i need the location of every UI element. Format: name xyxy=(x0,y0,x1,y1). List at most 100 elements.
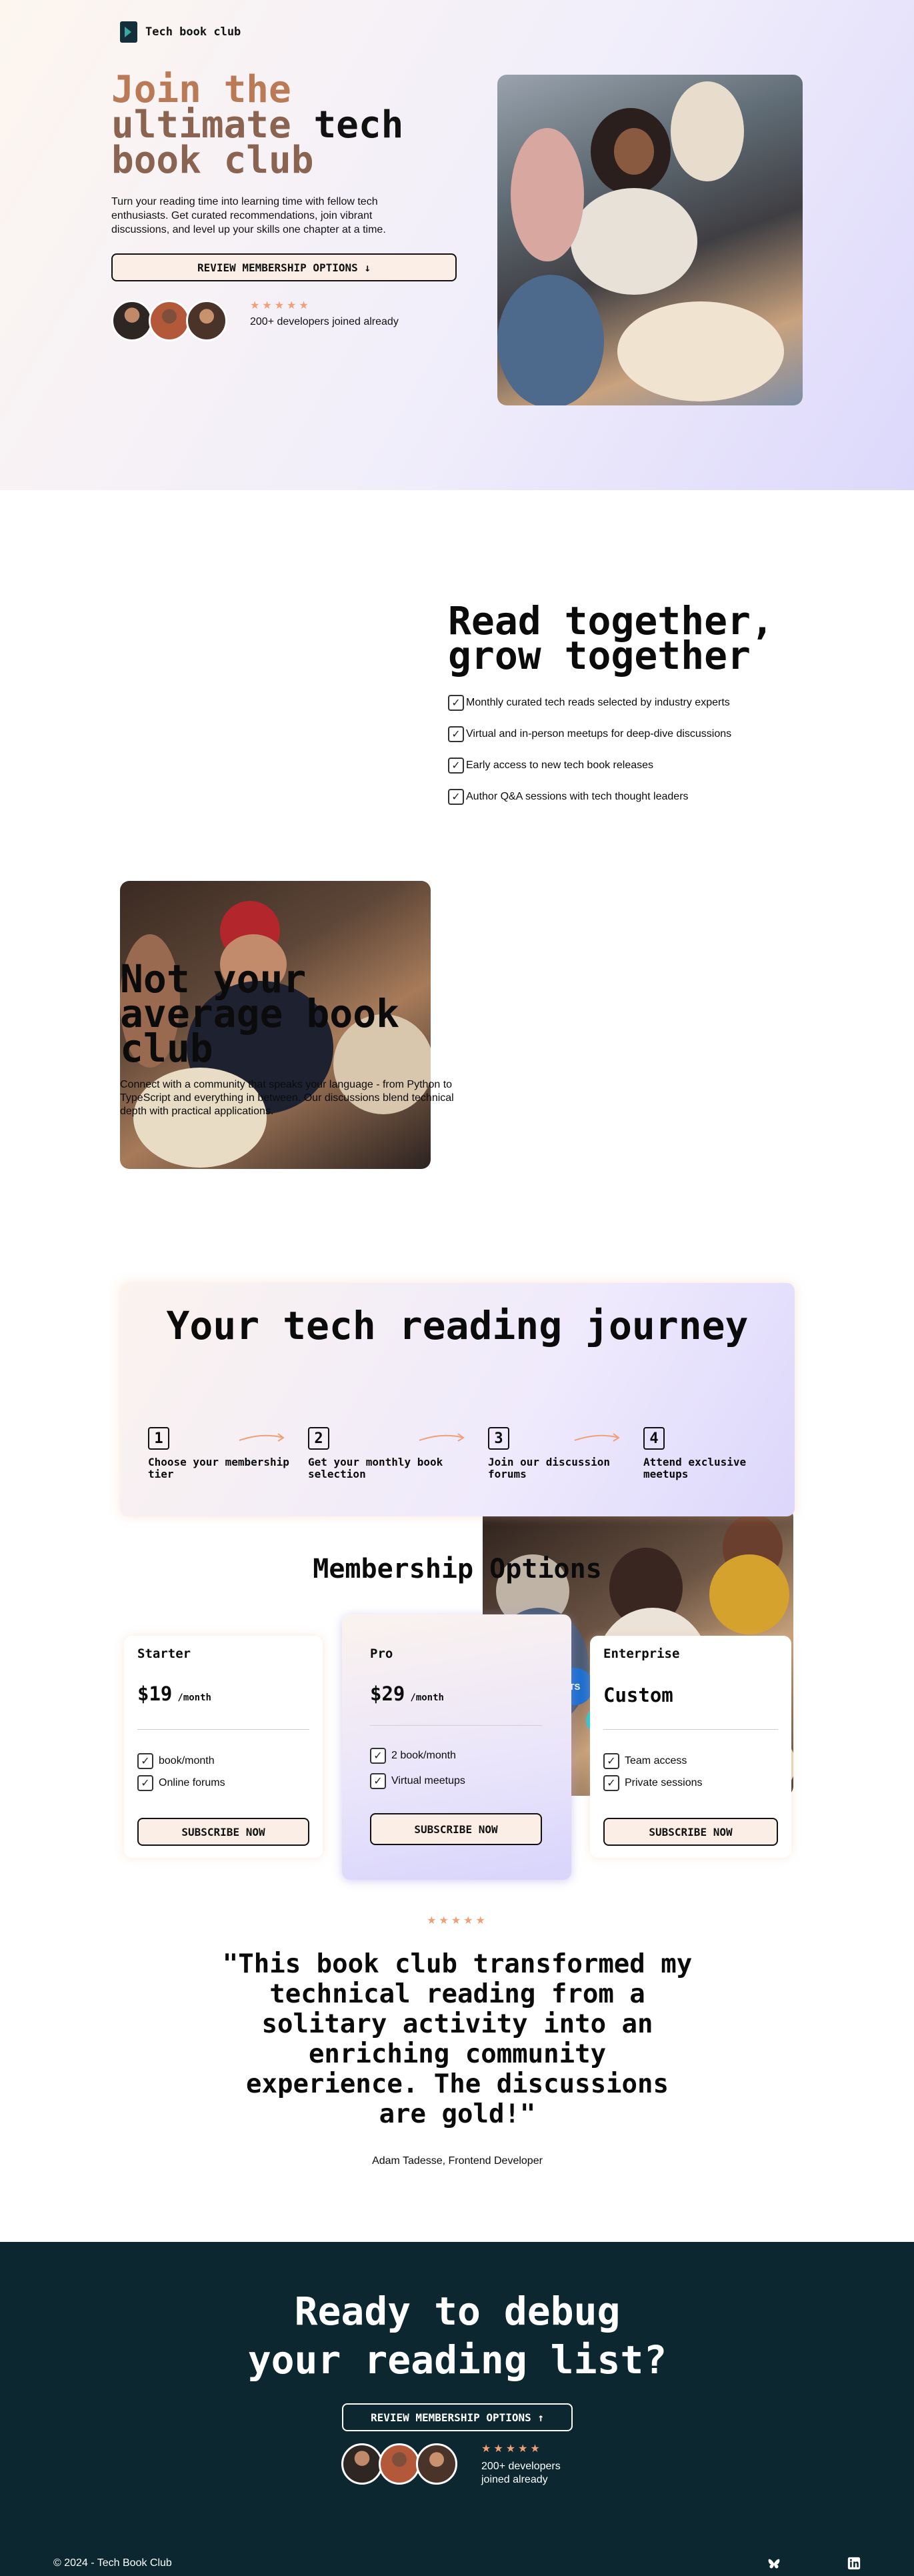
joined-count: 200+ developers joined already xyxy=(250,316,399,327)
list-item: ✓ Early access to new tech book releases xyxy=(448,750,731,781)
hero-title-line3: book club xyxy=(111,139,314,182)
rating-stars: ★★★★★ xyxy=(481,2443,543,2455)
feature-text: Author Q&A sessions with tech thought le… xyxy=(466,790,689,802)
brand-name: Tech book club xyxy=(145,25,241,39)
plan-card-pro: Pro $29/month ✓ 2 book/month ✓ Virtual mee… xyxy=(342,1614,571,1880)
step-label: Attend exclusive meetups xyxy=(643,1456,747,1480)
check-icon: ✓ xyxy=(137,1753,153,1769)
book-logo-icon xyxy=(120,21,137,43)
subscribe-button[interactable]: SUBSCRIBE NOW xyxy=(370,1813,542,1845)
linkedin-icon[interactable] xyxy=(847,2556,861,2571)
list-item: ✓ Team access xyxy=(603,1753,687,1769)
check-icon: ✓ xyxy=(137,1775,153,1791)
review-membership-button[interactable]: REVIEW MEMBERSHIP OPTIONS ↓ xyxy=(111,253,457,281)
price-period: /month xyxy=(177,1692,211,1703)
plan-feature: 2 book/month xyxy=(391,1750,456,1761)
hero-title: Join the ultimate tech book club xyxy=(111,71,458,179)
step-label: Join our discussion forums xyxy=(488,1456,611,1480)
cta-title-line1: Ready to debug xyxy=(294,2289,621,2334)
plan-card-starter: Starter $19/month ✓ book/month ✓ Online fo… xyxy=(124,1636,323,1858)
price-value: $19 xyxy=(137,1682,173,1705)
joined-line2: joined already xyxy=(481,2474,548,2485)
plan-name: Enterprise xyxy=(603,1646,680,1661)
hero-description: Turn your reading time into learning tim… xyxy=(111,196,386,235)
feature-text: Early access to new tech book releases xyxy=(466,759,654,771)
avatar xyxy=(416,2443,457,2485)
member-avatars xyxy=(111,300,227,341)
check-icon: ✓ xyxy=(448,726,464,742)
journey-title: Your tech reading journey xyxy=(166,1303,749,1348)
plan-card-enterprise: Enterprise Custom ✓ Team access ✓ Private … xyxy=(590,1636,791,1858)
step-number: 1 xyxy=(148,1427,169,1450)
butterfly-icon[interactable] xyxy=(767,2557,781,2571)
check-icon: ✓ xyxy=(448,694,464,711)
plan-feature: Private sessions xyxy=(625,1777,703,1788)
avatar xyxy=(149,300,190,341)
step-label: Get your monthly book selection xyxy=(308,1456,443,1480)
plan-price: Custom xyxy=(603,1684,673,1706)
footer-copyright: © 2024 - Tech Book Club xyxy=(53,2557,172,2569)
check-icon: ✓ xyxy=(448,757,464,774)
plan-price: $29/month xyxy=(370,1682,444,1705)
list-item: ✓ book/month xyxy=(137,1753,215,1769)
divider xyxy=(370,1725,542,1726)
testimonial-stars: ★★★★★ xyxy=(427,1915,488,1926)
divider xyxy=(137,1729,309,1730)
plan-feature: Team access xyxy=(625,1755,687,1766)
arrow-icon xyxy=(419,1433,465,1442)
list-item: ✓ Online forums xyxy=(137,1775,225,1791)
plan-name: Pro xyxy=(370,1646,393,1661)
arrow-icon xyxy=(574,1433,620,1442)
rating-stars: ★★★★★ xyxy=(250,300,311,311)
price-period: /month xyxy=(410,1692,444,1703)
hero-photo xyxy=(497,75,803,405)
plan-feature: book/month xyxy=(159,1755,215,1766)
avatar xyxy=(111,300,153,341)
feature-text: Virtual and in-person meetups for deep-d… xyxy=(466,728,732,740)
check-icon: ✓ xyxy=(603,1753,619,1769)
member-avatars xyxy=(341,2443,457,2485)
subscribe-button[interactable]: SUBSCRIBE NOW xyxy=(137,1818,309,1846)
list-item: ✓ Virtual meetups xyxy=(370,1773,465,1789)
check-icon: ✓ xyxy=(448,788,464,805)
avatar xyxy=(341,2443,383,2485)
plan-name: Starter xyxy=(137,1646,191,1661)
joined-line1: 200+ developers xyxy=(481,2461,561,2472)
journey-step: 4 Attend exclusive meetups xyxy=(643,1427,797,1480)
arrow-icon xyxy=(239,1433,285,1442)
step-number: 3 xyxy=(488,1427,509,1450)
testimonial-quote: "This book club transformed my technical… xyxy=(222,1949,693,2129)
read-together-title: Read together, grow together xyxy=(448,598,774,678)
subscribe-button[interactable]: SUBSCRIBE NOW xyxy=(603,1818,778,1846)
membership-title: Membership Options xyxy=(313,1554,602,1584)
testimonial-author: Adam Tadesse, Frontend Developer xyxy=(372,2155,543,2167)
plan-feature: Virtual meetups xyxy=(391,1775,465,1786)
joined-count: 200+ developers joined already xyxy=(481,2460,588,2487)
price-value: $29 xyxy=(370,1682,405,1705)
not-average-title: Not your average book club xyxy=(120,956,400,1071)
list-item: ✓ 2 book/month xyxy=(370,1748,456,1764)
hero-title-line2b: tech xyxy=(313,103,404,147)
price-value: Custom xyxy=(603,1684,673,1706)
avatar xyxy=(186,300,227,341)
check-icon: ✓ xyxy=(370,1773,386,1789)
divider xyxy=(603,1729,778,1730)
not-average-description: Connect with a community that speaks you… xyxy=(120,1079,454,1117)
step-number: 4 xyxy=(643,1427,665,1450)
check-icon: ✓ xyxy=(603,1775,619,1791)
feature-list: ✓ Monthly curated tech reads selected by… xyxy=(448,687,731,812)
step-number: 2 xyxy=(308,1427,329,1450)
list-item: ✓ Private sessions xyxy=(603,1775,703,1791)
avatar xyxy=(379,2443,420,2485)
list-item: ✓ Virtual and in-person meetups for deep… xyxy=(448,718,731,750)
list-item: ✓ Monthly curated tech reads selected by… xyxy=(448,687,731,718)
review-membership-button-bottom[interactable]: REVIEW MEMBERSHIP OPTIONS ↑ xyxy=(342,2403,573,2431)
brand-logo[interactable]: Tech book club xyxy=(120,21,241,43)
list-item: ✓ Author Q&A sessions with tech thought … xyxy=(448,781,731,812)
step-label: Choose your membership tier xyxy=(148,1456,289,1480)
check-icon: ✓ xyxy=(370,1748,386,1764)
plan-feature: Online forums xyxy=(159,1777,225,1788)
feature-text: Monthly curated tech reads selected by i… xyxy=(466,696,730,708)
cta-title-line2: your reading list? xyxy=(247,2337,667,2383)
cta-title: Ready to debug your reading list? xyxy=(120,2287,795,2385)
